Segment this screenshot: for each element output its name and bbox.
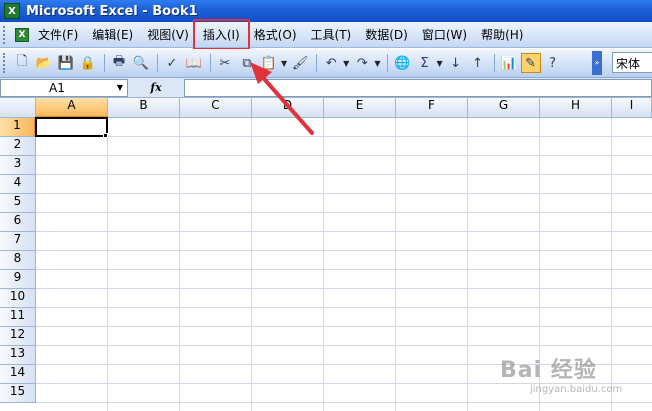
- redo-icon[interactable]: ↷: [352, 53, 372, 73]
- sort-descending-icon[interactable]: ↑: [468, 53, 488, 73]
- undo-icon[interactable]: ↶: [321, 53, 341, 73]
- copy-icon[interactable]: ⧉: [237, 53, 257, 73]
- fill-handle[interactable]: [103, 133, 108, 138]
- column-header-h[interactable]: H: [540, 98, 612, 118]
- separator: [493, 54, 495, 72]
- title-bar: X Microsoft Excel - Book1: [0, 0, 652, 22]
- row-header-5[interactable]: 5: [0, 194, 36, 213]
- row-header-8[interactable]: 8: [0, 251, 36, 270]
- menu-tools[interactable]: 工具(T): [306, 24, 357, 45]
- cut-icon[interactable]: ✂: [215, 53, 235, 73]
- insert-function-icon[interactable]: fx: [128, 81, 184, 94]
- active-cell-a1[interactable]: [35, 117, 108, 137]
- redo-dropdown-icon[interactable]: ▼: [374, 59, 380, 68]
- row-header-14[interactable]: 14: [0, 365, 36, 384]
- print-preview-icon[interactable]: 🔍: [131, 53, 151, 73]
- column-header-e[interactable]: E: [324, 98, 396, 118]
- row-header-1[interactable]: 1: [0, 118, 36, 137]
- help-icon[interactable]: ?: [543, 53, 563, 73]
- open-icon[interactable]: 📂: [34, 53, 54, 73]
- undo-dropdown-icon[interactable]: ▼: [343, 59, 349, 68]
- row-header-2[interactable]: 2: [0, 137, 36, 156]
- autosum-icon[interactable]: Σ: [414, 53, 434, 73]
- format-painter-icon[interactable]: 🖌: [290, 53, 310, 73]
- chevron-down-icon[interactable]: ▼: [117, 83, 123, 92]
- autosum-dropdown-icon[interactable]: ▼: [436, 59, 442, 68]
- menu-view[interactable]: 视图(V): [142, 24, 194, 45]
- row-header-7[interactable]: 7: [0, 232, 36, 251]
- row-header-3[interactable]: 3: [0, 156, 36, 175]
- column-header-d[interactable]: D: [252, 98, 324, 118]
- menu-window[interactable]: 窗口(W): [417, 24, 472, 45]
- excel-doc-icon[interactable]: X: [15, 27, 29, 42]
- sort-ascending-icon[interactable]: ↓: [446, 53, 466, 73]
- formula-input[interactable]: [184, 78, 652, 97]
- separator: [104, 54, 105, 72]
- column-header-i[interactable]: I: [612, 98, 652, 118]
- spelling-icon[interactable]: ✓: [162, 53, 182, 73]
- window-title: Microsoft Excel - Book1: [26, 3, 198, 19]
- excel-icon[interactable]: X: [4, 3, 20, 19]
- row-header-6[interactable]: 6: [0, 213, 36, 232]
- menu-file[interactable]: 文件(F): [33, 24, 83, 45]
- row-header-15[interactable]: 15: [0, 384, 36, 403]
- permission-icon[interactable]: 🔒: [78, 53, 98, 73]
- formula-bar: A1 ▼ fx: [0, 78, 652, 98]
- toolbar-grip[interactable]: [3, 53, 9, 73]
- name-box[interactable]: A1 ▼: [0, 78, 128, 97]
- menu-data[interactable]: 数据(D): [360, 24, 413, 45]
- column-header-f[interactable]: F: [396, 98, 468, 118]
- separator: [210, 54, 211, 72]
- separator: [316, 54, 318, 72]
- separator: [387, 54, 389, 72]
- row-header-4[interactable]: 4: [0, 175, 36, 194]
- column-header-g[interactable]: G: [468, 98, 540, 118]
- hyperlink-icon[interactable]: 🌐: [392, 53, 412, 73]
- select-all-button[interactable]: [0, 98, 36, 118]
- menu-insert[interactable]: 插入(I): [192, 19, 250, 50]
- watermark-sub: jingyan.baidu.com: [530, 384, 623, 395]
- row-header-11[interactable]: 11: [0, 308, 36, 327]
- row-header-12[interactable]: 12: [0, 327, 36, 346]
- column-header-c[interactable]: C: [180, 98, 252, 118]
- menu-edit[interactable]: 编辑(E): [87, 24, 138, 45]
- save-icon[interactable]: 💾: [56, 53, 76, 73]
- column-header-b[interactable]: B: [108, 98, 180, 118]
- menu-bar: X 文件(F) 编辑(E) 视图(V) 插入(I) 格式(O) 工具(T) 数据…: [0, 19, 652, 50]
- row-header-9[interactable]: 9: [0, 270, 36, 289]
- drawing-icon[interactable]: ✎: [520, 53, 541, 73]
- column-header-a[interactable]: A: [36, 98, 108, 118]
- print-icon[interactable]: 🖶: [109, 53, 129, 73]
- paste-icon[interactable]: 📋: [259, 53, 279, 73]
- row-header-13[interactable]: 13: [0, 346, 36, 365]
- toolbar-options-icon[interactable]: »: [592, 51, 602, 75]
- menu-format[interactable]: 格式(O): [249, 24, 302, 45]
- research-icon[interactable]: 📖: [184, 53, 204, 73]
- font-name-select[interactable]: 宋体: [612, 52, 652, 73]
- standard-toolbar: 🗋 📂 💾 🔒 🖶 🔍 ✓ 📖 ✂ ⧉ 📋 ▼ 🖌 ↶ ▼ ↷ ▼ 🌐 Σ ▼ …: [0, 49, 652, 78]
- chart-wizard-icon[interactable]: 📊: [499, 53, 519, 73]
- menu-grip[interactable]: [3, 25, 13, 44]
- row-header-10[interactable]: 10: [0, 289, 36, 308]
- new-icon[interactable]: 🗋: [12, 53, 32, 73]
- separator: [157, 54, 158, 72]
- paste-dropdown-icon[interactable]: ▼: [281, 59, 287, 68]
- menu-help[interactable]: 帮助(H): [476, 24, 528, 45]
- watermark: Bai 经验: [500, 358, 597, 383]
- name-box-value: A1: [49, 80, 65, 95]
